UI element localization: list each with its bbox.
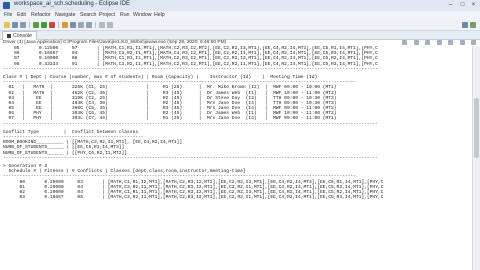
minimize-icon[interactable]: – — [445, 1, 456, 9]
search-icon[interactable] — [86, 22, 92, 28]
clear-console-icon[interactable] — [425, 40, 431, 45]
run-icon[interactable] — [41, 22, 47, 28]
console-output[interactable]: 05 0.12500 07 | [MATH,C1,R1,I1,MT1],[MAT… — [3, 46, 471, 270]
save-icon[interactable] — [12, 22, 18, 28]
new-java-project-icon[interactable] — [62, 22, 68, 28]
menu-window[interactable]: Window — [133, 12, 151, 18]
minimize-view-icon[interactable] — [459, 40, 465, 45]
open-type-icon[interactable] — [78, 22, 84, 28]
window-title: workspace_ai_sch.scheduling - Eclipse ID… — [14, 1, 131, 7]
menu-run[interactable]: Run — [120, 12, 130, 18]
scrollbar-thumb[interactable] — [474, 98, 479, 158]
console-scrollbar[interactable] — [472, 46, 480, 270]
debug-perspective-icon[interactable] — [470, 22, 476, 28]
external-tools-icon[interactable] — [49, 22, 55, 28]
forward-icon[interactable] — [107, 22, 113, 28]
view-tabbar: Console — [0, 31, 480, 45]
new-icon[interactable] — [4, 22, 10, 28]
console-actions — [400, 32, 476, 45]
console-icon — [7, 33, 11, 38]
print-icon[interactable] — [20, 22, 26, 28]
toolbar-separator — [95, 22, 96, 28]
tab-console[interactable]: Console — [2, 31, 38, 40]
menu-refactor[interactable]: Refactor — [31, 12, 51, 18]
close-icon[interactable]: × — [468, 1, 479, 9]
menu-help[interactable]: Help — [154, 12, 165, 18]
menu-navigate[interactable]: Navigate — [55, 12, 75, 18]
debug-icon[interactable] — [33, 22, 39, 28]
menu-bar: File Edit Refactor Navigate Search Proje… — [0, 11, 480, 20]
toolbar-separator — [29, 22, 30, 28]
back-icon[interactable] — [99, 22, 105, 28]
maximize-view-icon[interactable] — [471, 40, 476, 45]
new-class-icon[interactable] — [70, 22, 76, 28]
main-toolbar — [0, 20, 480, 31]
menu-search[interactable]: Search — [80, 12, 96, 18]
menu-file[interactable]: File — [4, 12, 12, 18]
launch-info: Driver (3) [Java Application] C:\Program… — [3, 40, 227, 45]
terminate-icon[interactable] — [402, 40, 408, 45]
menu-project[interactable]: Project — [99, 12, 115, 18]
toolbar-separator — [58, 22, 59, 28]
menu-edit[interactable]: Edit — [17, 12, 26, 18]
java-perspective-icon[interactable] — [462, 22, 468, 28]
schedule-row: 03 0.16667 05 | [MATH,C3,R2,I1,MT1],[MAT… — [3, 195, 384, 201]
remove-launch-icon[interactable] — [413, 40, 419, 45]
eclipse-icon — [3, 2, 10, 9]
pin-console-icon[interactable] — [448, 40, 454, 45]
scroll-lock-icon[interactable] — [436, 40, 442, 45]
maximize-icon[interactable]: □ — [457, 1, 468, 9]
tab-console-label: Console — [13, 33, 33, 39]
